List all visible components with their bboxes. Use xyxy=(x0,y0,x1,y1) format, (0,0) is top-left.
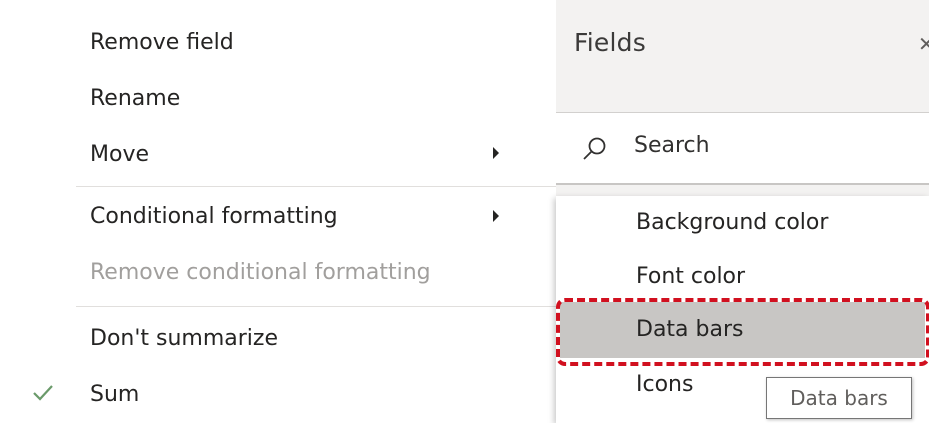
menu-divider xyxy=(76,306,556,307)
submenu-item-font-color[interactable]: Font color xyxy=(636,264,745,289)
menu-item-rename[interactable]: Rename xyxy=(90,86,180,111)
chevron-right-icon xyxy=(493,210,499,222)
menu-item-sum[interactable]: Sum xyxy=(90,382,139,407)
search-placeholder: Search xyxy=(634,133,710,158)
submenu-item-background-color[interactable]: Background color xyxy=(636,210,828,235)
menu-item-remove-conditional-formatting: Remove conditional formatting xyxy=(90,260,431,285)
check-icon xyxy=(33,385,53,401)
menu-divider xyxy=(76,186,556,187)
submenu-item-icons[interactable]: Icons xyxy=(636,372,693,397)
fields-search-input[interactable] xyxy=(556,112,929,185)
chevron-right-icon xyxy=(493,147,499,159)
close-icon[interactable]: ✕ xyxy=(918,32,929,54)
search-icon xyxy=(583,137,606,160)
menu-item-remove-field[interactable]: Remove field xyxy=(90,30,234,55)
menu-item-dont-summarize[interactable]: Don't summarize xyxy=(90,326,278,351)
menu-item-conditional-formatting[interactable]: Conditional formatting xyxy=(90,204,338,229)
fields-pane-title: Fields xyxy=(574,28,646,57)
tooltip: Data bars xyxy=(766,377,912,419)
highlight-annotation-box xyxy=(556,298,929,366)
menu-top-border xyxy=(0,0,556,15)
menu-item-move[interactable]: Move xyxy=(90,142,149,167)
